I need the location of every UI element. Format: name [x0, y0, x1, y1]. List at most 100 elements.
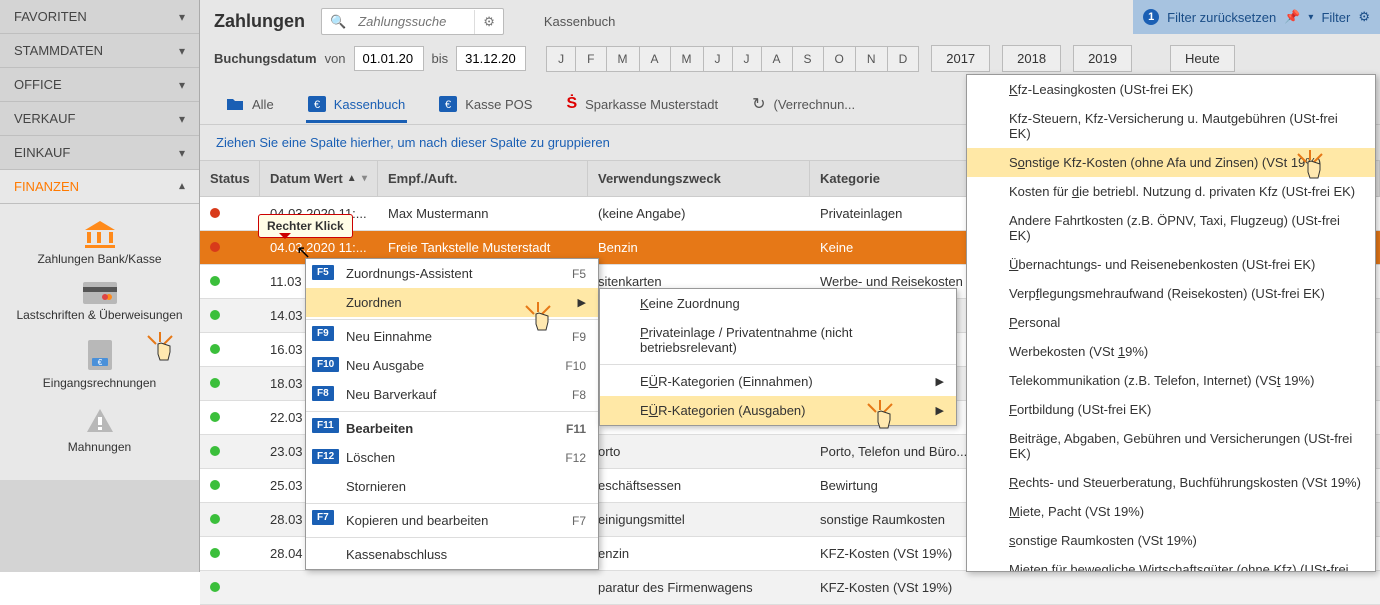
month-btn[interactable]: D — [888, 46, 920, 72]
von-label: von — [325, 51, 346, 66]
menu-item[interactable]: Personal — [967, 308, 1375, 337]
search-gear-icon[interactable]: ⚙ — [474, 10, 503, 34]
search-box[interactable]: 🔍 ⚙ — [321, 8, 504, 35]
menu-item[interactable]: Miete, Pacht (VSt 19%) — [967, 497, 1375, 526]
menu-item[interactable]: F8Neu BarverkaufF8 — [306, 380, 598, 409]
col-zweck[interactable]: Verwendungszweck — [588, 161, 810, 196]
menu-item[interactable]: F11BearbeitenF11 — [306, 411, 598, 443]
table-row[interactable]: paratur des Firmenwagens KFZ-Kosten (VSt… — [200, 571, 1380, 605]
menu-item-label: Neu Einnahme — [346, 329, 432, 344]
menu-item[interactable]: Telekommunikation (z.B. Telefon, Interne… — [967, 366, 1375, 395]
menu-item[interactable]: EÜR-Kategorien (Einnahmen)▶ — [600, 364, 956, 396]
month-btn[interactable]: A — [762, 46, 793, 72]
sidebar-sub-mahnungen[interactable]: Mahnungen — [0, 400, 199, 464]
menu-item[interactable]: Kassenabschluss — [306, 537, 598, 569]
sidebar-item-stammdaten[interactable]: STAMMDATEN▾ — [0, 34, 199, 68]
bis-label: bis — [432, 51, 449, 66]
month-btn[interactable]: M — [671, 46, 704, 72]
tab-kasse-pos[interactable]: €Kasse POS — [437, 90, 534, 122]
month-btn[interactable]: J — [704, 46, 733, 72]
status-dot — [210, 276, 220, 286]
submenu-arrow-icon: ▶ — [936, 404, 944, 417]
menu-item[interactable]: Sonstige Kfz-Kosten (ohne Afa und Zinsen… — [967, 148, 1375, 177]
cell-zweck: sitenkarten — [588, 274, 810, 289]
month-btn[interactable]: F — [576, 46, 606, 72]
year-btn-2019[interactable]: 2019 — [1073, 45, 1132, 72]
month-btn[interactable]: N — [856, 46, 888, 72]
menu-item[interactable]: Kosten für die betriebl. Nutzung d. priv… — [967, 177, 1375, 206]
menu-item[interactable]: F10Neu AusgabeF10 — [306, 351, 598, 380]
tab-alle[interactable]: Alle — [224, 90, 276, 122]
chevron-down-icon: ▾ — [179, 146, 185, 160]
col-status[interactable]: Status — [200, 161, 260, 196]
menu-item-label: Privateinlage / Privatentnahme (nicht be… — [640, 325, 944, 355]
sidebar-item-einkauf[interactable]: EINKAUF▾ — [0, 136, 199, 170]
menu-shortcut: F5 — [572, 267, 586, 281]
tab-kassenbuch[interactable]: €Kassenbuch — [306, 90, 408, 122]
menu-item[interactable]: Zuordnen▶ — [306, 288, 598, 317]
date-to-input[interactable] — [456, 46, 526, 71]
sidebar-sub-label: Mahnungen — [68, 440, 131, 454]
status-dot — [210, 344, 220, 354]
menu-item[interactable]: Privateinlage / Privatentnahme (nicht be… — [600, 318, 956, 362]
sidebar-item-office[interactable]: OFFICE▾ — [0, 68, 199, 102]
month-btn[interactable]: J — [546, 46, 576, 72]
today-button[interactable]: Heute — [1170, 45, 1235, 72]
menu-item[interactable]: Beiträge, Abgaben, Gebühren und Versiche… — [967, 424, 1375, 468]
dropdown-icon[interactable]: ▾ — [362, 173, 367, 184]
menu-item[interactable]: F7Kopieren und bearbeitenF7 — [306, 503, 598, 535]
gear-icon[interactable]: ⚙ — [1358, 9, 1370, 25]
chevron-down-icon[interactable]: ▾ — [1308, 12, 1313, 23]
sidebar-sub-lastschriften[interactable]: Lastschriften & Überweisungen — [0, 276, 199, 332]
svg-text:€: € — [314, 99, 320, 111]
menu-item-label: Löschen — [346, 450, 395, 465]
tab-sparkasse[interactable]: ṠSparkasse Musterstadt — [564, 89, 720, 123]
menu-item[interactable]: Werbekosten (VSt 19%) — [967, 337, 1375, 366]
chevron-down-icon: ▾ — [179, 44, 185, 58]
menu-item[interactable]: Kfz-Leasingkosten (USt-frei EK) — [967, 75, 1375, 104]
menu-item[interactable]: Übernachtungs- und Reisenebenkosten (USt… — [967, 250, 1375, 279]
status-dot — [210, 242, 220, 252]
menu-item-label: Telekommunikation (z.B. Telefon, Interne… — [1009, 373, 1314, 388]
sidebar-item-favoriten[interactable]: FAVORITEN▾ — [0, 0, 199, 34]
menu-item[interactable]: Stornieren — [306, 472, 598, 501]
cell-zweck: enzin — [588, 546, 810, 561]
filter-reset-button[interactable]: Filter zurücksetzen — [1167, 10, 1276, 25]
fkey-badge: F12 — [312, 449, 339, 464]
menu-item[interactable]: sonstige Raumkosten (VSt 19%) — [967, 526, 1375, 555]
menu-item[interactable]: EÜR-Kategorien (Ausgaben)▶ — [600, 396, 956, 425]
month-btn[interactable]: M — [607, 46, 640, 72]
pin-icon[interactable]: 📌 — [1284, 9, 1300, 25]
month-btn[interactable]: J — [733, 46, 762, 72]
col-datum[interactable]: Datum Wert ▲▾ — [260, 161, 378, 196]
menu-item[interactable]: Verpflegungsmehraufwand (Reisekosten) (U… — [967, 279, 1375, 308]
menu-item-label: Verpflegungsmehraufwand (Reisekosten) (U… — [1009, 286, 1325, 301]
menu-item[interactable]: Keine Zuordnung — [600, 289, 956, 318]
menu-item[interactable]: F5Zuordnungs-AssistentF5 — [306, 259, 598, 288]
tab-verrechnung[interactable]: ↻(Verrechnun... — [750, 88, 857, 124]
year-btn-2017[interactable]: 2017 — [931, 45, 990, 72]
year-btn-2018[interactable]: 2018 — [1002, 45, 1061, 72]
filter-button[interactable]: Filter — [1321, 10, 1350, 25]
buchungsdatum-label: Buchungsdatum — [214, 51, 317, 66]
context-menu-zuordnen: Keine Zuordnung Privateinlage / Privatent… — [599, 288, 957, 426]
date-from-input[interactable] — [354, 46, 424, 71]
sidebar-sub-eingangsrechnungen[interactable]: € Eingangsrechnungen — [0, 332, 199, 400]
sidebar-sub-label: Eingangsrechnungen — [43, 376, 156, 390]
menu-item-label: Stornieren — [346, 479, 406, 494]
col-empf[interactable]: Empf./Auft. — [378, 161, 588, 196]
menu-item[interactable]: Andere Fahrtkosten (z.B. ÖPNV, Taxi, Flu… — [967, 206, 1375, 250]
menu-item[interactable]: Kfz-Steuern, Kfz-Versicherung u. Mautgeb… — [967, 104, 1375, 148]
menu-item[interactable]: Fortbildung (USt-frei EK) — [967, 395, 1375, 424]
sidebar-sub-zahlungen[interactable]: Zahlungen Bank/Kasse — [0, 214, 199, 276]
menu-item[interactable]: F9Neu EinnahmeF9 — [306, 319, 598, 351]
month-btn[interactable]: O — [824, 46, 856, 72]
sidebar-item-finanzen[interactable]: FINANZEN▾ — [0, 170, 199, 204]
month-btn[interactable]: S — [793, 46, 824, 72]
menu-item[interactable]: Mieten für bewegliche Wirtschaftsgüter (… — [967, 555, 1375, 572]
sidebar-item-verkauf[interactable]: VERKAUF▾ — [0, 102, 199, 136]
search-input[interactable] — [354, 9, 474, 34]
menu-item[interactable]: F12LöschenF12 — [306, 443, 598, 472]
menu-item[interactable]: Rechts- und Steuerberatung, Buchführungs… — [967, 468, 1375, 497]
month-btn[interactable]: A — [640, 46, 671, 72]
